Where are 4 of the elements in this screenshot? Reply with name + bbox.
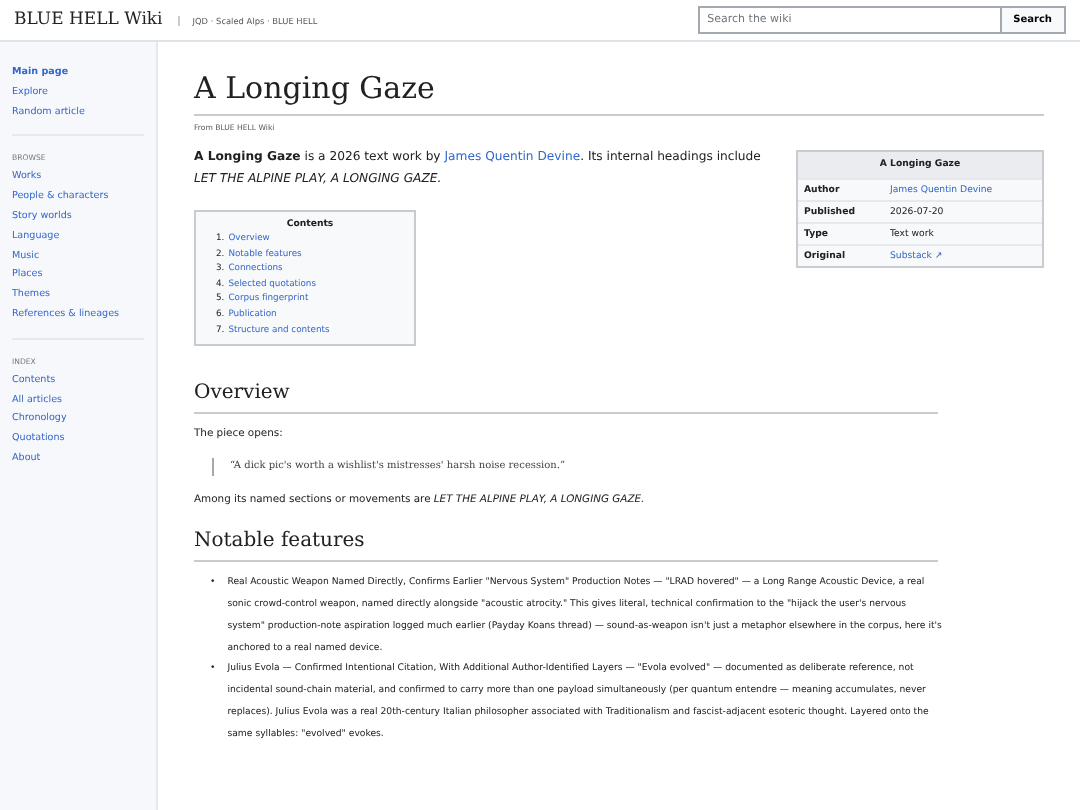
section-heading: Overview <box>194 382 938 415</box>
page-title: A Longing Gaze <box>194 70 1044 116</box>
section-heading: Notable features <box>194 530 938 563</box>
site-title[interactable]: BLUE HELL Wiki <box>14 10 163 30</box>
